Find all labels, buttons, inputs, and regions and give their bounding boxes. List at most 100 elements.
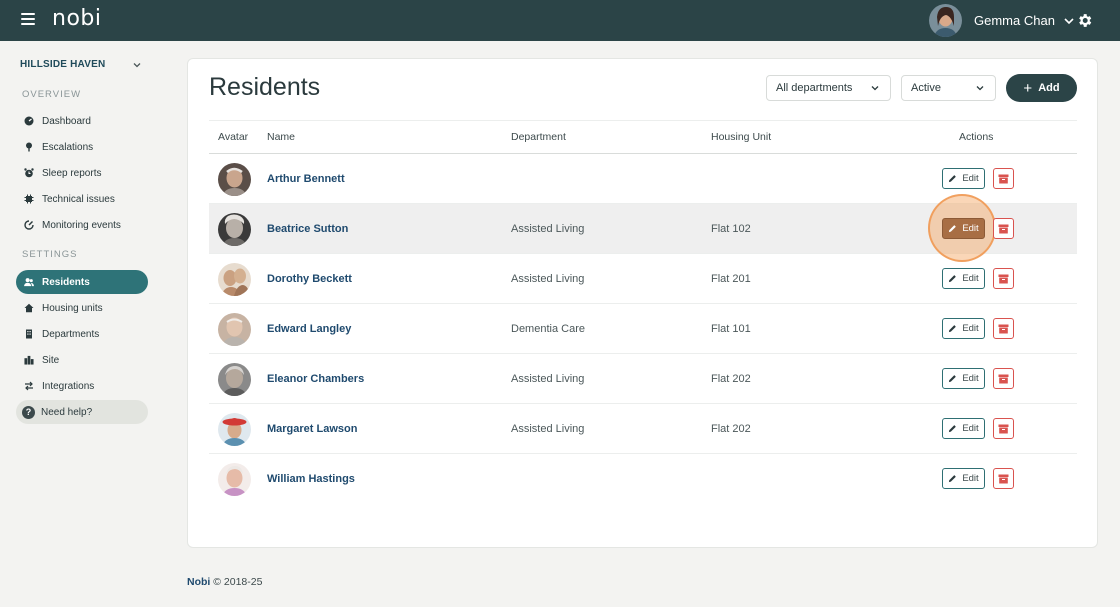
add-resident-button[interactable]: + Add: [1006, 74, 1077, 102]
pencil-icon: [949, 375, 957, 383]
menu-icon[interactable]: [21, 13, 35, 27]
sidebar-item-label: Dashboard: [42, 115, 91, 127]
residents-card: Residents All departments Active + Add A…: [187, 58, 1098, 548]
edit-button[interactable]: Edit: [942, 318, 985, 339]
delete-button[interactable]: [993, 368, 1014, 389]
department-filter[interactable]: All departments: [766, 75, 891, 101]
edit-label: Edit: [962, 323, 979, 334]
table-row: Edward Langley Dementia Care Flat 101 Ed…: [209, 304, 1077, 354]
users-icon: [24, 277, 34, 287]
resident-department: Assisted Living: [511, 423, 585, 435]
arrows-icon: [24, 381, 34, 391]
resident-department: Assisted Living: [511, 223, 585, 235]
gear-icon[interactable]: [1076, 12, 1093, 29]
sidebar-item-label: Site: [42, 354, 60, 366]
edit-button[interactable]: Edit: [942, 168, 985, 189]
resident-name[interactable]: Eleanor Chambers: [267, 373, 364, 385]
table-row: Eleanor Chambers Assisted Living Flat 20…: [209, 354, 1077, 404]
user-menu[interactable]: Gemma Chan: [929, 4, 1075, 37]
site-selector[interactable]: HILLSIDE HAVEN: [20, 59, 142, 70]
sidebar-item-departments[interactable]: Departments: [16, 322, 148, 346]
sidebar-item-label: Residents: [42, 276, 90, 288]
site-name: HILLSIDE HAVEN: [20, 59, 106, 70]
edit-label: Edit: [962, 473, 979, 484]
need-help-button[interactable]: ? Need help?: [16, 400, 148, 424]
resident-housing-unit: Flat 202: [711, 373, 751, 385]
table-row: William Hastings Edit: [209, 454, 1077, 504]
resident-name[interactable]: Arthur Bennett: [267, 173, 345, 185]
chevron-down-icon: [1064, 17, 1074, 24]
sidebar-item-label: Housing units: [42, 302, 103, 314]
sidebar-item-monitoring-events[interactable]: Monitoring events: [16, 213, 148, 237]
footer-brand-link[interactable]: Nobi: [187, 576, 210, 588]
column-header-department: Department: [511, 131, 566, 143]
edit-button[interactable]: Edit: [942, 268, 985, 289]
sidebar-item-residents[interactable]: Residents: [16, 270, 148, 294]
archive-icon: [998, 224, 1009, 233]
delete-button[interactable]: [993, 168, 1014, 189]
chevron-down-icon: [871, 86, 879, 91]
avatar: [218, 313, 251, 346]
archive-icon: [998, 374, 1009, 383]
edit-label: Edit: [962, 373, 979, 384]
edit-label: Edit: [962, 273, 979, 284]
avatar: [218, 213, 251, 246]
footer: Nobi © 2018-25: [187, 576, 262, 588]
table-row: Margaret Lawson Assisted Living Flat 202…: [209, 404, 1077, 454]
pencil-icon: [949, 475, 957, 483]
table-row: Dorothy Beckett Assisted Living Flat 201…: [209, 254, 1077, 304]
sidebar-item-housing-units[interactable]: Housing units: [16, 296, 148, 320]
edit-button[interactable]: Edit: [942, 418, 985, 439]
edit-button[interactable]: Edit: [942, 468, 985, 489]
table-header: Avatar Name Department Housing Unit Acti…: [209, 120, 1077, 154]
column-header-avatar: Avatar: [218, 131, 249, 143]
building-icon: [24, 329, 34, 339]
sidebar-item-site[interactable]: Site: [16, 348, 148, 372]
resident-name[interactable]: Beatrice Sutton: [267, 223, 348, 235]
avatar: [218, 463, 251, 496]
pencil-icon: [949, 275, 957, 283]
archive-icon: [998, 474, 1009, 483]
sidebar-item-escalations[interactable]: Escalations: [16, 135, 148, 159]
sidebar-item-label: Sleep reports: [42, 167, 102, 179]
table-row: Arthur Bennett Edit: [209, 154, 1077, 204]
page-title: Residents: [209, 73, 321, 101]
delete-button[interactable]: [993, 418, 1014, 439]
house-icon: [24, 303, 34, 313]
resident-name[interactable]: Dorothy Beckett: [267, 273, 352, 285]
edit-button[interactable]: Edit: [942, 368, 985, 389]
delete-button[interactable]: [993, 218, 1014, 239]
dashboard-icon: [24, 116, 34, 126]
status-filter[interactable]: Active: [901, 75, 996, 101]
avatar: [929, 4, 962, 37]
column-header-name: Name: [267, 131, 296, 143]
resident-housing-unit: Flat 102: [711, 223, 751, 235]
avatar: [218, 413, 251, 446]
resident-name[interactable]: Edward Langley: [267, 323, 351, 335]
archive-icon: [998, 274, 1009, 283]
sidebar-item-dashboard[interactable]: Dashboard: [16, 109, 148, 133]
sidebar-item-technical-issues[interactable]: Technical issues: [16, 187, 148, 211]
plus-icon: +: [1023, 79, 1033, 97]
delete-button[interactable]: [993, 268, 1014, 289]
resident-department: Assisted Living: [511, 373, 585, 385]
nobi-logo[interactable]: nobi: [52, 6, 101, 31]
resident-housing-unit: Flat 201: [711, 273, 751, 285]
avatar: [218, 263, 251, 296]
sidebar-item-sleep-reports[interactable]: Sleep reports: [16, 161, 148, 185]
table-row: Beatrice Sutton Assisted Living Flat 102…: [209, 194, 1077, 262]
edit-button[interactable]: Edit: [942, 218, 985, 239]
status-filter-value: Active: [911, 82, 941, 94]
delete-button[interactable]: [993, 468, 1014, 489]
resident-name[interactable]: Margaret Lawson: [267, 423, 357, 435]
sidebar-item-integrations[interactable]: Integrations: [16, 374, 148, 398]
sidebar-item-label: Integrations: [42, 380, 95, 392]
pencil-icon: [949, 425, 957, 433]
add-label: Add: [1038, 82, 1060, 94]
resident-name[interactable]: William Hastings: [267, 473, 355, 485]
resident-housing-unit: Flat 202: [711, 423, 751, 435]
resident-department: Dementia Care: [511, 323, 585, 335]
resident-department: Assisted Living: [511, 273, 585, 285]
delete-button[interactable]: [993, 318, 1014, 339]
pencil-icon: [949, 225, 957, 233]
